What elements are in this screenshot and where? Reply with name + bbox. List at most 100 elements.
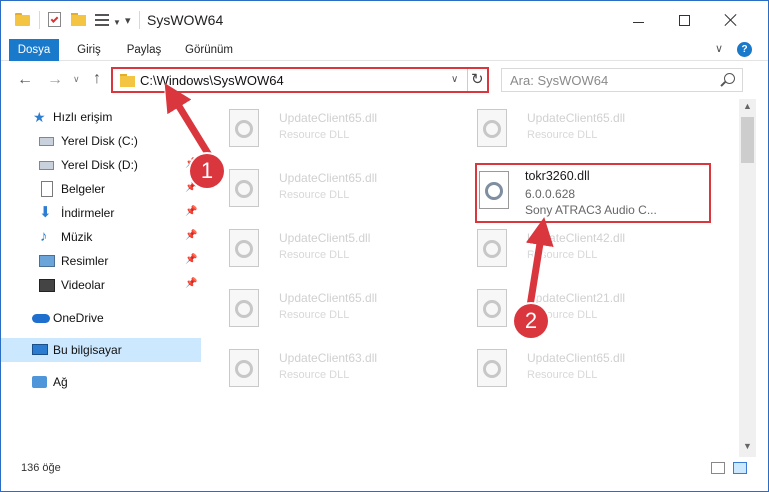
dll-file-icon xyxy=(479,171,509,209)
file-item[interactable]: UpdateClient65.dll Resource DLL xyxy=(211,283,451,331)
vertical-scrollbar[interactable]: ▲ ▼ xyxy=(739,99,756,457)
pin-icon[interactable]: 📌 xyxy=(185,254,197,265)
disk-icon xyxy=(39,161,54,170)
minimize-button[interactable] xyxy=(615,1,661,39)
pin-icon[interactable]: 📌 xyxy=(185,206,197,217)
sidebar-item-onedrive[interactable]: OneDrive xyxy=(1,306,201,330)
file-description: Sony ATRAC3 Audio C... xyxy=(525,203,657,217)
network-icon xyxy=(32,376,47,388)
dll-file-icon xyxy=(229,169,259,207)
large-icons-view-icon[interactable] xyxy=(733,462,747,474)
file-list: UpdateClient65.dll Resource DLL UpdateCl… xyxy=(205,99,739,455)
folder-icon[interactable] xyxy=(15,12,31,28)
refresh-icon[interactable]: ↻ xyxy=(471,70,484,88)
file-type: Resource DLL xyxy=(279,249,350,261)
videos-icon xyxy=(39,279,55,292)
file-item[interactable]: UpdateClient65.dll Resource DLL xyxy=(211,103,451,151)
search-input[interactable]: Ara: SysWOW64 xyxy=(501,68,743,92)
help-icon[interactable]: ? xyxy=(737,42,752,57)
chevron-down-icon[interactable]: ▼ xyxy=(113,18,121,27)
sidebar-item-network[interactable]: Ağ xyxy=(1,370,201,394)
tab-home[interactable]: Giriş xyxy=(71,39,107,61)
chevron-down-icon[interactable]: ∨ xyxy=(715,42,723,55)
file-name: UpdateClient65.dll xyxy=(279,171,378,185)
file-item[interactable]: UpdateClient65.dll Resource DLL xyxy=(459,103,699,151)
tab-share[interactable]: Paylaş xyxy=(121,39,167,61)
file-name: UpdateClient63.dll xyxy=(279,351,378,365)
address-path[interactable]: C:\Windows\SysWOW64 xyxy=(140,73,284,88)
customize-toolbar-icon[interactable]: ▾ xyxy=(125,14,131,27)
sidebar-item-label: Müzik xyxy=(61,230,93,244)
forward-arrow-icon[interactable]: → xyxy=(47,71,63,89)
pin-icon[interactable]: 📌 xyxy=(185,278,197,289)
file-name: tokr3260.dll xyxy=(525,169,590,183)
new-folder-icon[interactable] xyxy=(71,12,87,28)
view-options-icon[interactable] xyxy=(95,12,111,28)
file-item[interactable]: UpdateClient65.dll Resource DLL xyxy=(459,343,699,391)
divider xyxy=(39,11,40,29)
back-arrow-icon[interactable]: ← xyxy=(17,71,33,89)
explorer-window: ▼ ▾ SysWOW64 Dosya Giriş Paylaş Görünüm … xyxy=(0,0,769,492)
file-name: UpdateClient21.dll xyxy=(527,291,626,305)
file-type: Resource DLL xyxy=(279,369,350,381)
file-item[interactable]: UpdateClient21.dll Resource DLL xyxy=(459,283,699,331)
maximize-button[interactable] xyxy=(661,1,707,39)
details-view-icon[interactable] xyxy=(711,462,725,474)
recent-locations-icon[interactable]: ∨ xyxy=(73,74,80,85)
window-title: SysWOW64 xyxy=(147,12,224,28)
sidebar-item-documents[interactable]: Belgeler 📌 xyxy=(1,177,201,201)
ribbon: Dosya Giriş Paylaş Görünüm ∨ ? xyxy=(1,39,768,61)
sidebar-item-label: Resimler xyxy=(61,254,109,268)
sidebar-item-disk-d[interactable]: Yerel Disk (D:) 📌 xyxy=(1,153,201,177)
dll-file-icon xyxy=(477,349,507,387)
chevron-down-icon[interactable]: ∨ xyxy=(451,74,458,85)
tab-file[interactable]: Dosya xyxy=(9,39,59,61)
title-bar: ▼ ▾ SysWOW64 xyxy=(1,1,768,39)
file-name: UpdateClient42.dll xyxy=(527,231,626,245)
highlighted-file-item[interactable]: tokr3260.dll 6.0.0.628 Sony ATRAC3 Audio… xyxy=(475,163,711,223)
navigation-bar: ← → ∨ ↑ C:\Windows\SysWOW64 ∨ ↻ Ara: Sys… xyxy=(1,61,768,99)
file-name: UpdateClient65.dll xyxy=(527,351,626,365)
sidebar-item-label: Yerel Disk (D:) xyxy=(61,158,138,172)
sidebar-item-videos[interactable]: Videolar 📌 xyxy=(1,273,201,297)
file-item[interactable]: UpdateClient63.dll Resource DLL xyxy=(211,343,451,391)
item-count: 136 öğe xyxy=(21,462,61,474)
music-icon: ♪ xyxy=(40,228,48,245)
sidebar-item-music[interactable]: ♪ Müzik 📌 xyxy=(1,225,201,249)
pictures-icon xyxy=(39,255,55,267)
properties-icon[interactable] xyxy=(47,12,63,28)
up-arrow-icon[interactable]: ↑ xyxy=(93,70,101,88)
file-item[interactable]: UpdateClient42.dll Resource DLL xyxy=(459,223,699,271)
document-icon xyxy=(41,181,53,197)
file-version: 6.0.0.628 xyxy=(525,187,576,201)
dll-file-icon xyxy=(229,109,259,147)
file-type: Resource DLL xyxy=(527,249,598,261)
sidebar-item-disk-c[interactable]: Yerel Disk (C:) xyxy=(1,129,201,153)
file-type: Resource DLL xyxy=(279,309,350,321)
sidebar-item-label: Bu bilgisayar xyxy=(53,343,122,357)
dll-file-icon xyxy=(477,229,507,267)
file-item[interactable]: UpdateClient65.dll Resource DLL xyxy=(211,163,451,211)
pin-icon[interactable]: 📌 xyxy=(185,230,197,241)
divider xyxy=(467,69,468,91)
scroll-down-icon[interactable]: ▼ xyxy=(743,441,752,451)
file-type: Resource DLL xyxy=(527,129,598,141)
dll-file-icon xyxy=(477,289,507,327)
address-bar[interactable]: C:\Windows\SysWOW64 ∨ ↻ xyxy=(111,67,489,93)
scroll-thumb[interactable] xyxy=(741,117,754,163)
sidebar-item-pictures[interactable]: Resimler 📌 xyxy=(1,249,201,273)
disk-icon xyxy=(39,137,54,146)
file-type: Resource DLL xyxy=(279,189,350,201)
sidebar-item-downloads[interactable]: ⬇ İndirmeler 📌 xyxy=(1,201,201,225)
sidebar-item-quick-access[interactable]: ★ Hızlı erişim xyxy=(1,105,201,129)
this-pc-icon xyxy=(32,344,48,355)
navigation-pane: ★ Hızlı erişim Yerel Disk (C:) Yerel Dis… xyxy=(1,99,203,457)
download-icon: ⬇ xyxy=(39,204,52,221)
file-item[interactable]: UpdateClient5.dll Resource DLL xyxy=(211,223,451,271)
step-2-badge: 2 xyxy=(514,304,548,338)
close-button[interactable] xyxy=(707,1,753,39)
scroll-up-icon[interactable]: ▲ xyxy=(743,101,752,111)
sidebar-item-this-pc[interactable]: Bu bilgisayar xyxy=(1,338,201,362)
search-icon[interactable] xyxy=(724,73,735,84)
tab-view[interactable]: Görünüm xyxy=(179,39,239,61)
